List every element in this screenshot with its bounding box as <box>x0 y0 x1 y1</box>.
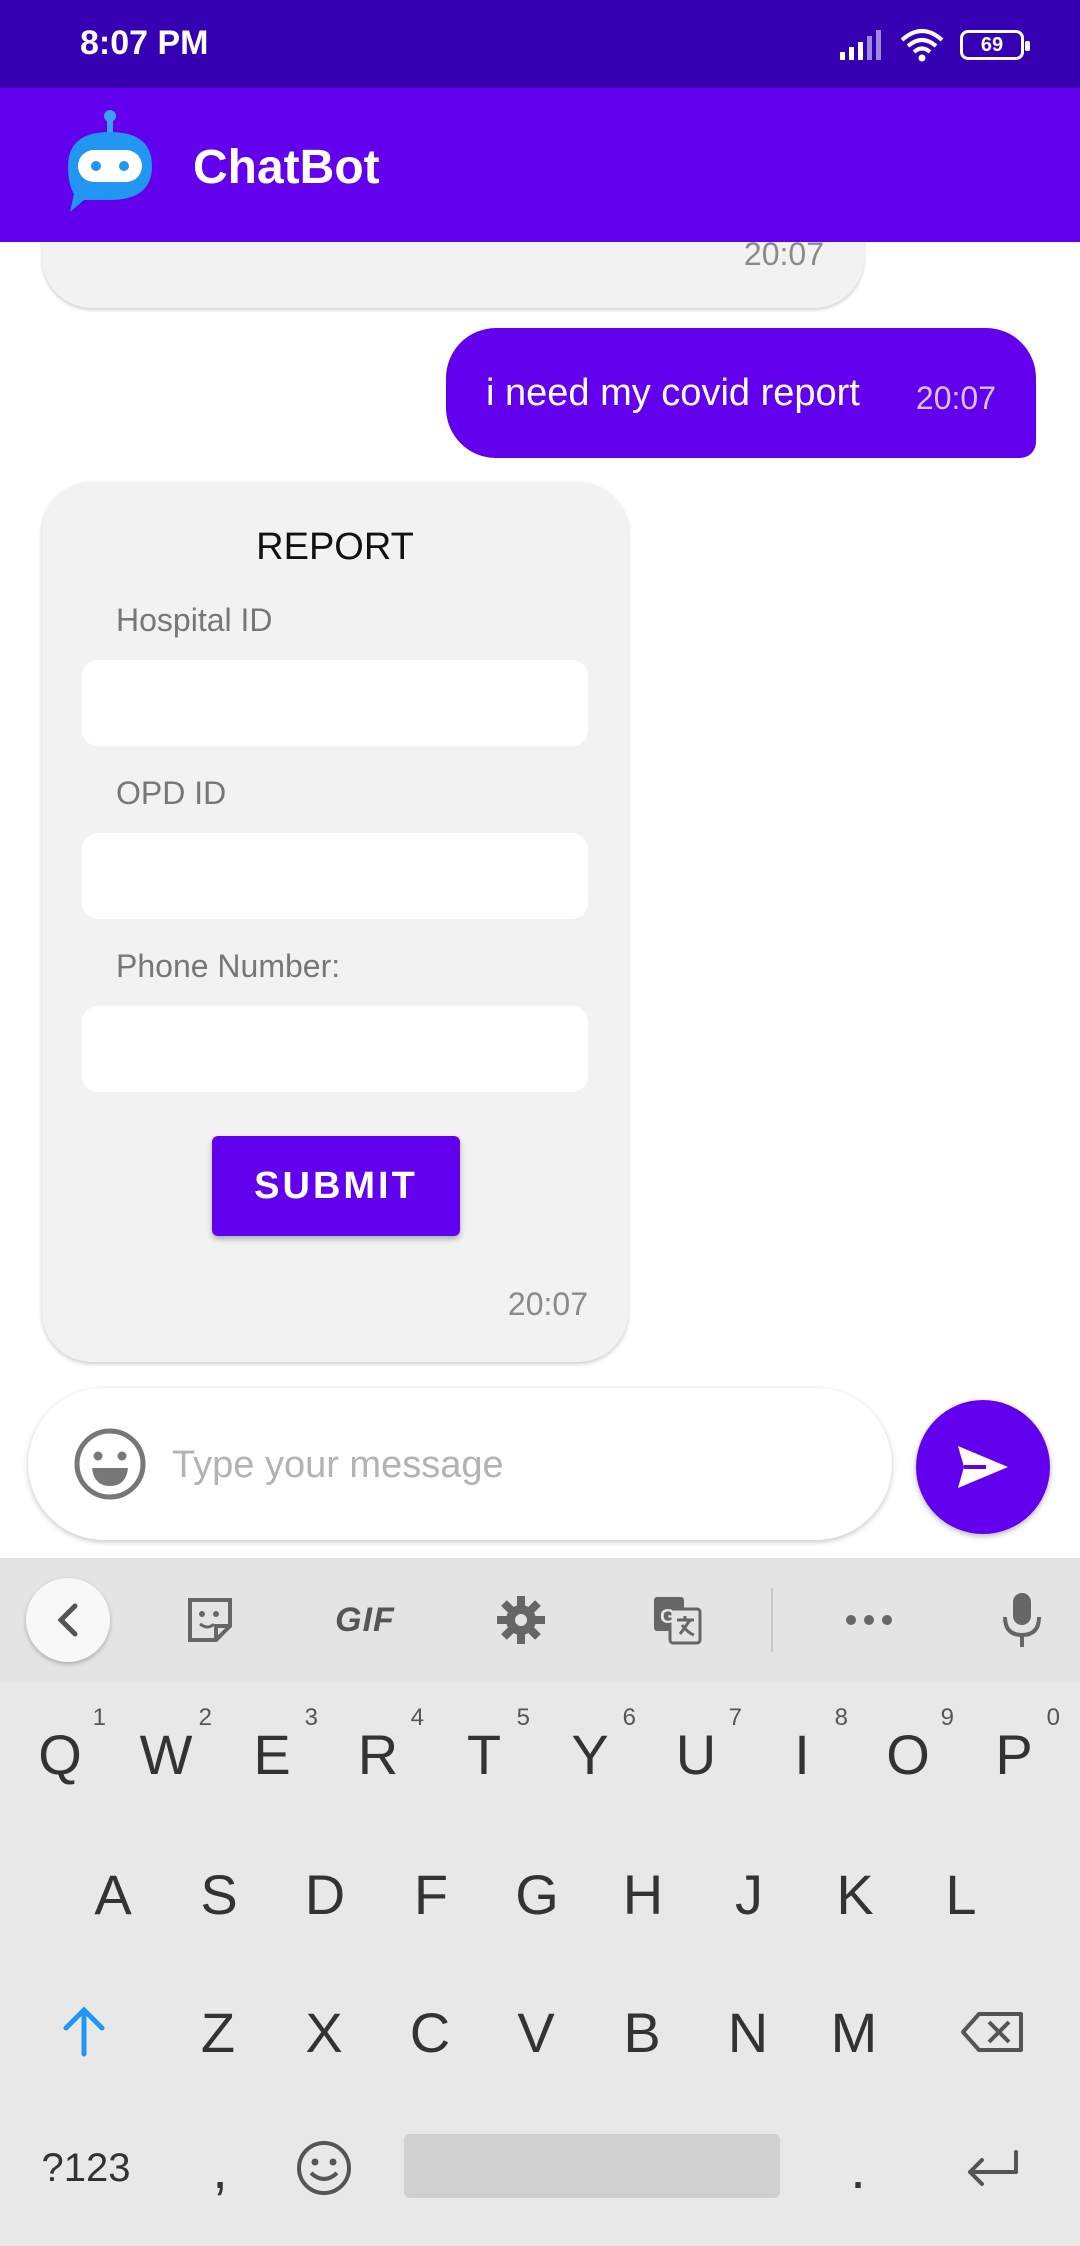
message-time: 20:07 <box>743 242 824 272</box>
shift-key[interactable] <box>34 1972 134 2092</box>
key-i[interactable]: I8 <box>752 1694 852 1814</box>
key-m[interactable]: M <box>804 1972 904 2092</box>
key-e[interactable]: E3 <box>222 1694 322 1814</box>
status-time: 8:07 PM <box>80 24 209 62</box>
gif-button[interactable]: GIF <box>325 1580 405 1660</box>
key-t[interactable]: T5 <box>434 1694 534 1814</box>
sticker-icon <box>188 1598 232 1642</box>
shift-arrow-icon <box>63 2006 105 2057</box>
more-horizontal-icon <box>846 1615 892 1625</box>
comma-key[interactable]: , <box>170 2108 270 2228</box>
onscreen-keyboard: GIF G Q 1 W 2 E 3 R 4 T 5 Y 6 U 7 I 8 O … <box>0 1558 1080 2246</box>
message-time: 20:07 <box>915 380 996 416</box>
key-p[interactable]: P0 <box>964 1694 1064 1814</box>
emoji-key[interactable] <box>274 2108 374 2228</box>
status-bar: 8:07 PM 69 <box>0 0 1080 88</box>
more-button[interactable] <box>829 1580 909 1660</box>
user-message-bubble: i need my covid report 20:07 <box>446 328 1036 458</box>
key-q[interactable]: Q1 <box>10 1694 110 1814</box>
battery-indicator: 69 <box>960 30 1030 60</box>
send-button[interactable] <box>916 1400 1050 1534</box>
key-v[interactable]: V <box>486 1972 586 2092</box>
key-b[interactable]: B <box>592 1972 692 2092</box>
key-o[interactable]: O9 <box>858 1694 958 1814</box>
key-u[interactable]: U7 <box>646 1694 746 1814</box>
gear-icon <box>497 1596 545 1644</box>
opd-id-field[interactable] <box>82 833 588 919</box>
key-k[interactable]: K <box>805 1834 905 1954</box>
voice-input-button[interactable] <box>982 1580 1062 1660</box>
toolbar-divider <box>771 1588 773 1652</box>
period-key[interactable]: . <box>808 2108 908 2228</box>
microphone-icon <box>1003 1593 1041 1647</box>
wifi-icon <box>900 29 944 62</box>
translate-button[interactable]: G <box>637 1580 717 1660</box>
hospital-id-field[interactable] <box>82 660 588 746</box>
backspace-icon <box>961 2012 1023 2052</box>
gif-label: GIF <box>335 1600 395 1639</box>
key-c[interactable]: C <box>380 1972 480 2092</box>
emoji-icon[interactable] <box>72 1426 148 1502</box>
key-a[interactable]: A <box>63 1834 163 1954</box>
phone-number-label: Phone Number: <box>116 948 341 984</box>
chevron-left-icon <box>57 1603 78 1637</box>
sticker-button[interactable] <box>170 1580 250 1660</box>
battery-level: 69 <box>980 33 1004 56</box>
report-title: REPORT <box>256 526 414 568</box>
message-input[interactable] <box>170 1424 854 1506</box>
bot-message-bubble: 20:07 <box>42 242 864 308</box>
app-bar: ChatBot <box>0 88 1080 242</box>
key-s[interactable]: S <box>169 1834 269 1954</box>
keyboard-back-button[interactable] <box>26 1578 110 1662</box>
translate-icon: G <box>654 1597 702 1645</box>
message-composer <box>28 1388 892 1540</box>
key-h[interactable]: H <box>593 1834 693 1954</box>
app-title: ChatBot <box>193 141 380 194</box>
keyboard-toolbar: GIF G <box>0 1558 1080 1682</box>
key-x[interactable]: X <box>274 1972 374 2092</box>
key-w[interactable]: W2 <box>116 1694 216 1814</box>
symbols-key[interactable]: ?123 <box>26 2108 146 2228</box>
svg-text:G: G <box>660 1606 676 1628</box>
key-n[interactable]: N <box>698 1972 798 2092</box>
key-f[interactable]: F <box>381 1834 481 1954</box>
emoji-icon <box>297 2141 351 2195</box>
key-z[interactable]: Z <box>168 1972 268 2092</box>
report-form-card: REPORT Hospital ID OPD ID Phone Number: … <box>42 482 628 1362</box>
hospital-id-label: Hospital ID <box>116 602 273 638</box>
message-time: 20:07 <box>507 1286 588 1322</box>
backspace-key[interactable] <box>942 1972 1042 2092</box>
enter-icon <box>968 2150 1018 2186</box>
space-key[interactable] <box>404 2134 780 2198</box>
send-icon <box>958 1446 1008 1488</box>
signal-icon <box>840 30 881 60</box>
key-d[interactable]: D <box>275 1834 375 1954</box>
robot-chat-icon <box>68 110 152 212</box>
enter-key[interactable] <box>942 2108 1042 2228</box>
chat-messages[interactable]: 20:07 i need my covid report 20:07 REPOR… <box>0 242 1080 1558</box>
key-y[interactable]: Y6 <box>540 1694 640 1814</box>
opd-id-label: OPD ID <box>116 775 227 811</box>
settings-button[interactable] <box>481 1580 561 1660</box>
key-l[interactable]: L <box>911 1834 1011 1954</box>
phone-number-field[interactable] <box>82 1006 588 1092</box>
key-j[interactable]: J <box>699 1834 799 1954</box>
user-message-text: i need my covid report <box>486 372 860 414</box>
key-r[interactable]: R4 <box>328 1694 428 1814</box>
status-icons: 69 <box>840 28 1030 62</box>
key-g[interactable]: G <box>487 1834 587 1954</box>
submit-button[interactable]: SUBMIT <box>212 1136 460 1236</box>
